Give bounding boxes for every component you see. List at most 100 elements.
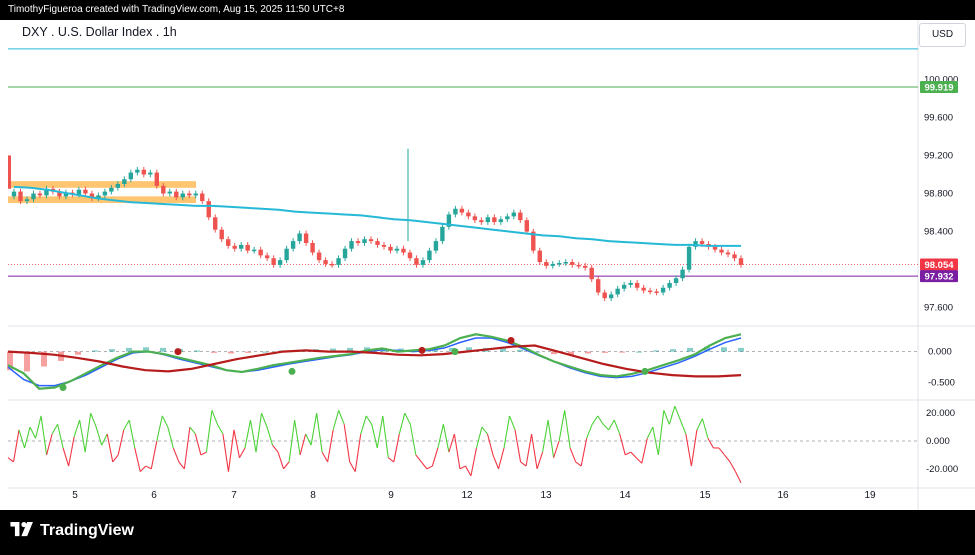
currency-button[interactable]: USD — [919, 23, 966, 47]
macd-pane — [7, 333, 918, 391]
oscillator-segment — [448, 433, 455, 453]
candle-body — [323, 260, 328, 264]
candle-body — [433, 241, 439, 251]
candle-body — [544, 262, 549, 266]
candle-body — [699, 241, 705, 244]
oscillator-segment — [327, 429, 334, 462]
x-tick-label: 12 — [461, 490, 473, 501]
x-tick-label: 15 — [699, 490, 711, 501]
signal-line-up — [7, 333, 742, 390]
oscillator-segment — [630, 451, 637, 459]
oscillator-segment — [29, 426, 37, 439]
candle-body — [673, 278, 679, 283]
oscillator-segment — [277, 451, 285, 470]
oscillator-segment — [24, 426, 31, 449]
candle-body — [303, 233, 309, 244]
candle-body — [667, 282, 672, 288]
oscillator-segment — [123, 419, 130, 431]
oscillator-segment — [354, 433, 362, 472]
macd-histogram-bar — [687, 347, 693, 352]
candle-body — [349, 241, 354, 249]
macd-histogram-bar — [109, 349, 115, 352]
chart-frame: 5 6 7 8 9 12 13 14 15 16 19 100.000 99.600 99.200 98.8… — [0, 0, 975, 555]
candle-body — [388, 246, 393, 251]
macd-histogram-bar — [126, 347, 132, 352]
candle-body — [128, 172, 134, 180]
macd-histogram-bar — [721, 347, 727, 352]
y-tick-label: 97.600 — [924, 303, 953, 314]
candle-body — [557, 262, 562, 265]
oscillator-segment — [575, 461, 582, 467]
candlesticks — [8, 148, 744, 302]
oscillator-segment — [365, 415, 373, 425]
macd-cross-marker — [507, 337, 515, 345]
moving-average-line — [13, 185, 741, 247]
oscillator-segment — [156, 415, 163, 442]
macd-histogram-bar — [670, 349, 676, 352]
oscillator-segment — [244, 420, 252, 449]
candle-body — [8, 155, 11, 189]
oscillator-segment — [492, 454, 500, 470]
oscillator-segment — [189, 426, 196, 435]
oscillator-segment — [641, 438, 648, 464]
candle-body — [615, 288, 620, 295]
candle-body — [31, 193, 36, 200]
oscillator-segment — [299, 433, 307, 456]
candle-body — [550, 263, 555, 266]
oscillator-segment — [547, 420, 555, 458]
oscillator-segment — [376, 415, 384, 449]
oscillator-segment — [464, 465, 472, 477]
oscillator-segment — [249, 420, 257, 453]
brand[interactable]: TradingView — [10, 522, 134, 540]
horizontal-levels — [8, 48, 918, 277]
chart-area[interactable]: 5 6 7 8 9 12 13 14 15 16 19 100.000 99.600 99.200 98.8… — [0, 0, 975, 510]
candle-body — [453, 208, 458, 215]
oscillator-segment — [272, 444, 279, 453]
oscillator-segment — [442, 424, 450, 453]
candle-body — [505, 216, 510, 220]
oscillator-segment — [685, 433, 692, 467]
oscillator-segment — [635, 457, 643, 464]
candle-body — [479, 220, 484, 223]
oscillator-segment — [349, 461, 356, 472]
oscillator-segment — [310, 413, 318, 446]
symbol-title[interactable]: DXY . U.S. Dollar Index . 1h — [22, 25, 177, 39]
oscillator-segment — [332, 410, 340, 431]
oscillator-segment — [117, 429, 125, 456]
oscillator-segment — [597, 415, 604, 425]
oscillator-segment — [18, 429, 26, 449]
oscillator-segment — [724, 454, 731, 463]
oscillator-segment — [200, 451, 207, 456]
oscillator-segment — [453, 433, 461, 469]
candle-body — [167, 191, 172, 194]
oscillator-segment — [40, 415, 48, 456]
candle-body — [492, 217, 497, 223]
candle-body — [329, 263, 335, 266]
moving-average — [13, 185, 741, 247]
candle-body — [511, 212, 517, 217]
candle-body — [336, 258, 341, 265]
chart-canvas[interactable]: 5 6 7 8 9 12 13 14 15 16 19100.00099.60099.20098.8… — [0, 0, 975, 510]
candle-body — [174, 191, 179, 198]
oscillator-segment — [73, 419, 81, 437]
candle-body — [595, 279, 601, 293]
oscillator-segment — [106, 433, 114, 462]
candle-body — [738, 258, 744, 265]
oscillator-segment — [371, 424, 378, 449]
candle-body — [316, 252, 322, 261]
candle-body — [200, 193, 205, 202]
oscillator-segment — [261, 412, 268, 428]
candle-body — [37, 193, 43, 196]
candle-body — [193, 193, 198, 196]
oscillator-segment — [79, 420, 86, 453]
x-tick-label: 8 — [310, 490, 316, 501]
candle-body — [570, 262, 575, 265]
x-tick-label: 7 — [231, 490, 237, 501]
brand-name: TradingView — [40, 522, 134, 539]
candle-body — [122, 179, 127, 184]
oscillator-segment — [558, 410, 566, 442]
oscillator-segment — [608, 419, 615, 431]
candle-body — [76, 189, 82, 195]
oscillator-pane — [7, 405, 918, 484]
macd-tick-label: 0.000 — [928, 347, 952, 358]
